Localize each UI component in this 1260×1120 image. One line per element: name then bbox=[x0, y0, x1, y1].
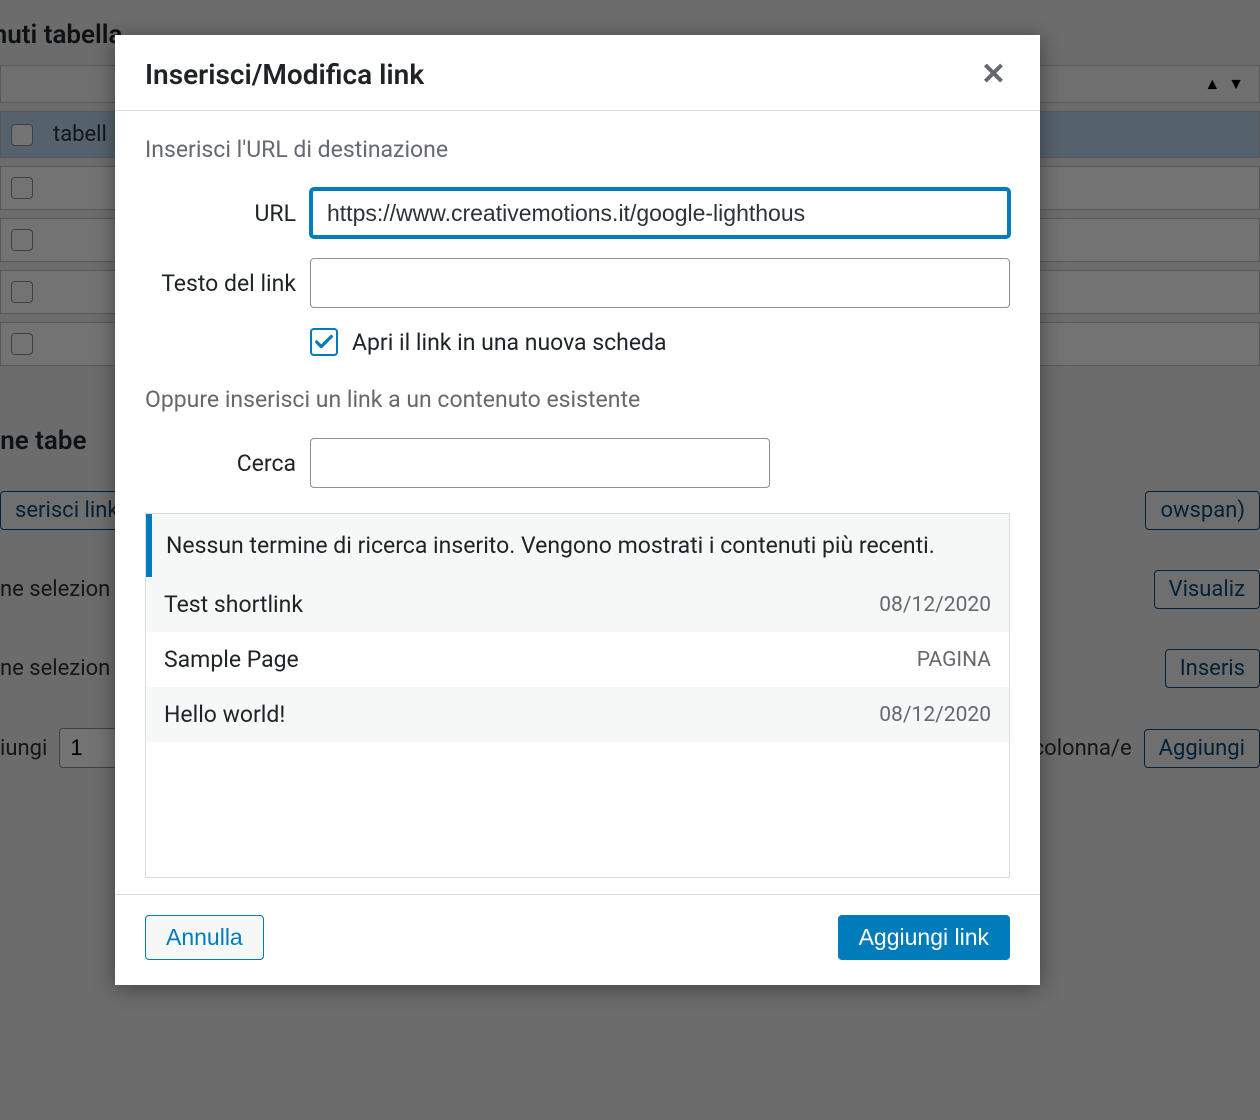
newtab-label: Apri il link in una nuova scheda bbox=[352, 329, 667, 356]
modal-intro: Inserisci l'URL di destinazione bbox=[145, 136, 1010, 163]
result-title: Hello world! bbox=[164, 701, 285, 728]
result-meta: 08/12/2020 bbox=[879, 703, 991, 727]
result-item[interactable]: Hello world! 08/12/2020 bbox=[146, 687, 1009, 742]
result-item[interactable]: Sample Page PAGINA bbox=[146, 632, 1009, 687]
checkmark-icon bbox=[313, 331, 335, 353]
results-info: Nessun termine di ricerca inserito. Veng… bbox=[146, 514, 1009, 577]
newtab-checkbox[interactable] bbox=[310, 328, 338, 356]
cancel-button[interactable]: Annulla bbox=[145, 915, 264, 960]
result-title: Test shortlink bbox=[164, 591, 303, 618]
insert-link-modal: Inserisci/Modifica link ✕ Inserisci l'UR… bbox=[115, 35, 1040, 985]
result-meta: 08/12/2020 bbox=[879, 593, 991, 617]
modal-header: Inserisci/Modifica link ✕ bbox=[115, 35, 1040, 111]
modal-footer: Annulla Aggiungi link bbox=[115, 894, 1040, 985]
result-meta: PAGINA bbox=[917, 648, 991, 672]
linktext-input[interactable] bbox=[310, 258, 1010, 308]
modal-body: Inserisci l'URL di destinazione URL Test… bbox=[115, 111, 1040, 894]
linktext-label: Testo del link bbox=[145, 270, 310, 297]
modal-title: Inserisci/Modifica link bbox=[145, 58, 424, 91]
search-label: Cerca bbox=[145, 450, 310, 477]
result-item[interactable]: Test shortlink 08/12/2020 bbox=[146, 577, 1009, 632]
search-results: Nessun termine di ricerca inserito. Veng… bbox=[145, 513, 1010, 878]
result-title: Sample Page bbox=[164, 646, 299, 673]
or-existing-label: Oppure inserisci un link a un contenuto … bbox=[145, 386, 1010, 413]
url-label: URL bbox=[145, 200, 310, 227]
search-input[interactable] bbox=[310, 438, 770, 488]
submit-button[interactable]: Aggiungi link bbox=[838, 915, 1010, 960]
url-input[interactable] bbox=[310, 188, 1010, 238]
close-icon[interactable]: ✕ bbox=[977, 53, 1010, 96]
